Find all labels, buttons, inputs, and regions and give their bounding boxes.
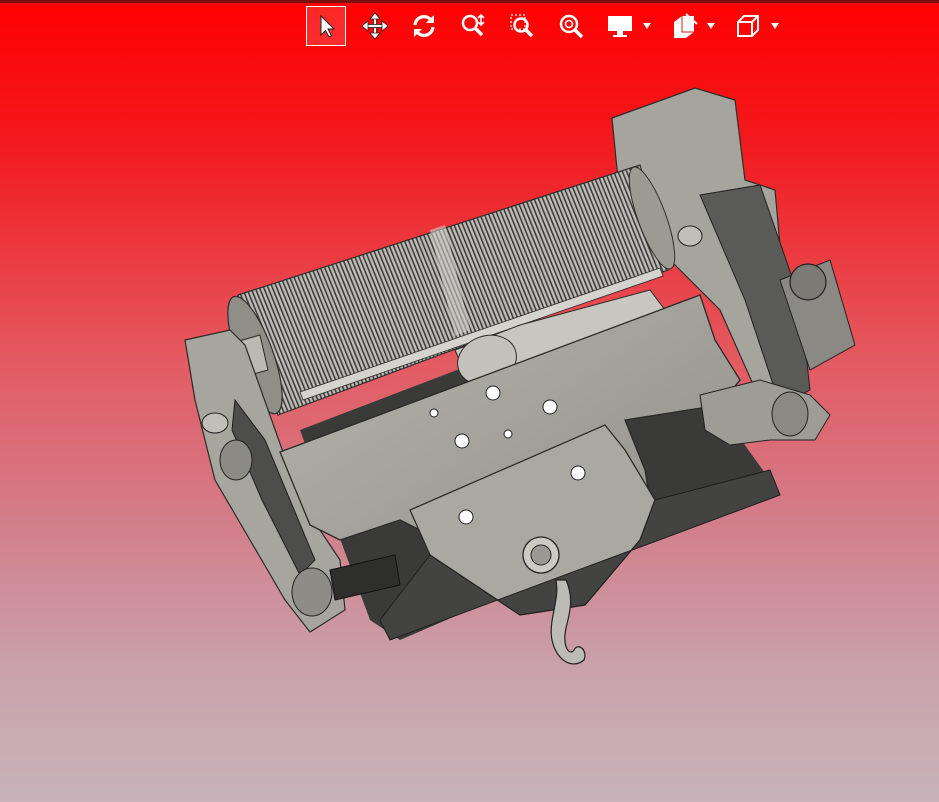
zoom-fit-icon	[559, 14, 584, 39]
lower-left-wheel	[291, 567, 333, 617]
select-tool-button[interactable]	[306, 6, 346, 46]
display-mode-group	[600, 6, 652, 46]
rotate-icon	[413, 15, 435, 37]
cube-icon	[737, 15, 759, 37]
section-tool-button[interactable]	[664, 6, 704, 46]
chevron-down-icon	[707, 23, 715, 29]
hoist-winch-model[interactable]	[170, 85, 860, 675]
cursor-icon	[320, 14, 336, 38]
right-end-frame	[699, 379, 831, 446]
right-bearing	[677, 225, 703, 247]
zoom-window-icon	[510, 14, 534, 38]
window-top-border	[0, 0, 939, 3]
display-mode-tool-button[interactable]	[600, 6, 640, 46]
monitor-icon	[608, 16, 632, 37]
view-cube-group	[728, 6, 780, 46]
zoom-icon	[461, 13, 485, 37]
section-dropdown-caret[interactable]	[706, 21, 716, 31]
viewer-toolbar	[306, 6, 792, 46]
view-cube-dropdown-caret[interactable]	[770, 21, 780, 31]
left-wheel	[219, 439, 253, 481]
left-bearing	[201, 412, 229, 434]
rotate-tool-button[interactable]	[404, 6, 444, 46]
chevron-down-icon	[771, 23, 779, 29]
3d-viewport[interactable]	[0, 0, 939, 802]
display-mode-dropdown-caret[interactable]	[642, 21, 652, 31]
right-wheel	[771, 391, 809, 437]
section-group	[664, 6, 716, 46]
zoom-window-tool-button[interactable]	[502, 6, 542, 46]
chevron-down-icon	[643, 23, 651, 29]
pan-tool-button[interactable]	[355, 6, 395, 46]
zoom-tool-button[interactable]	[453, 6, 493, 46]
zoom-fit-tool-button[interactable]	[551, 6, 591, 46]
view-cube-tool-button[interactable]	[728, 6, 768, 46]
move-arrows-icon	[361, 12, 389, 40]
motor-fan-cover	[789, 263, 827, 301]
section-plane-icon	[674, 13, 698, 38]
